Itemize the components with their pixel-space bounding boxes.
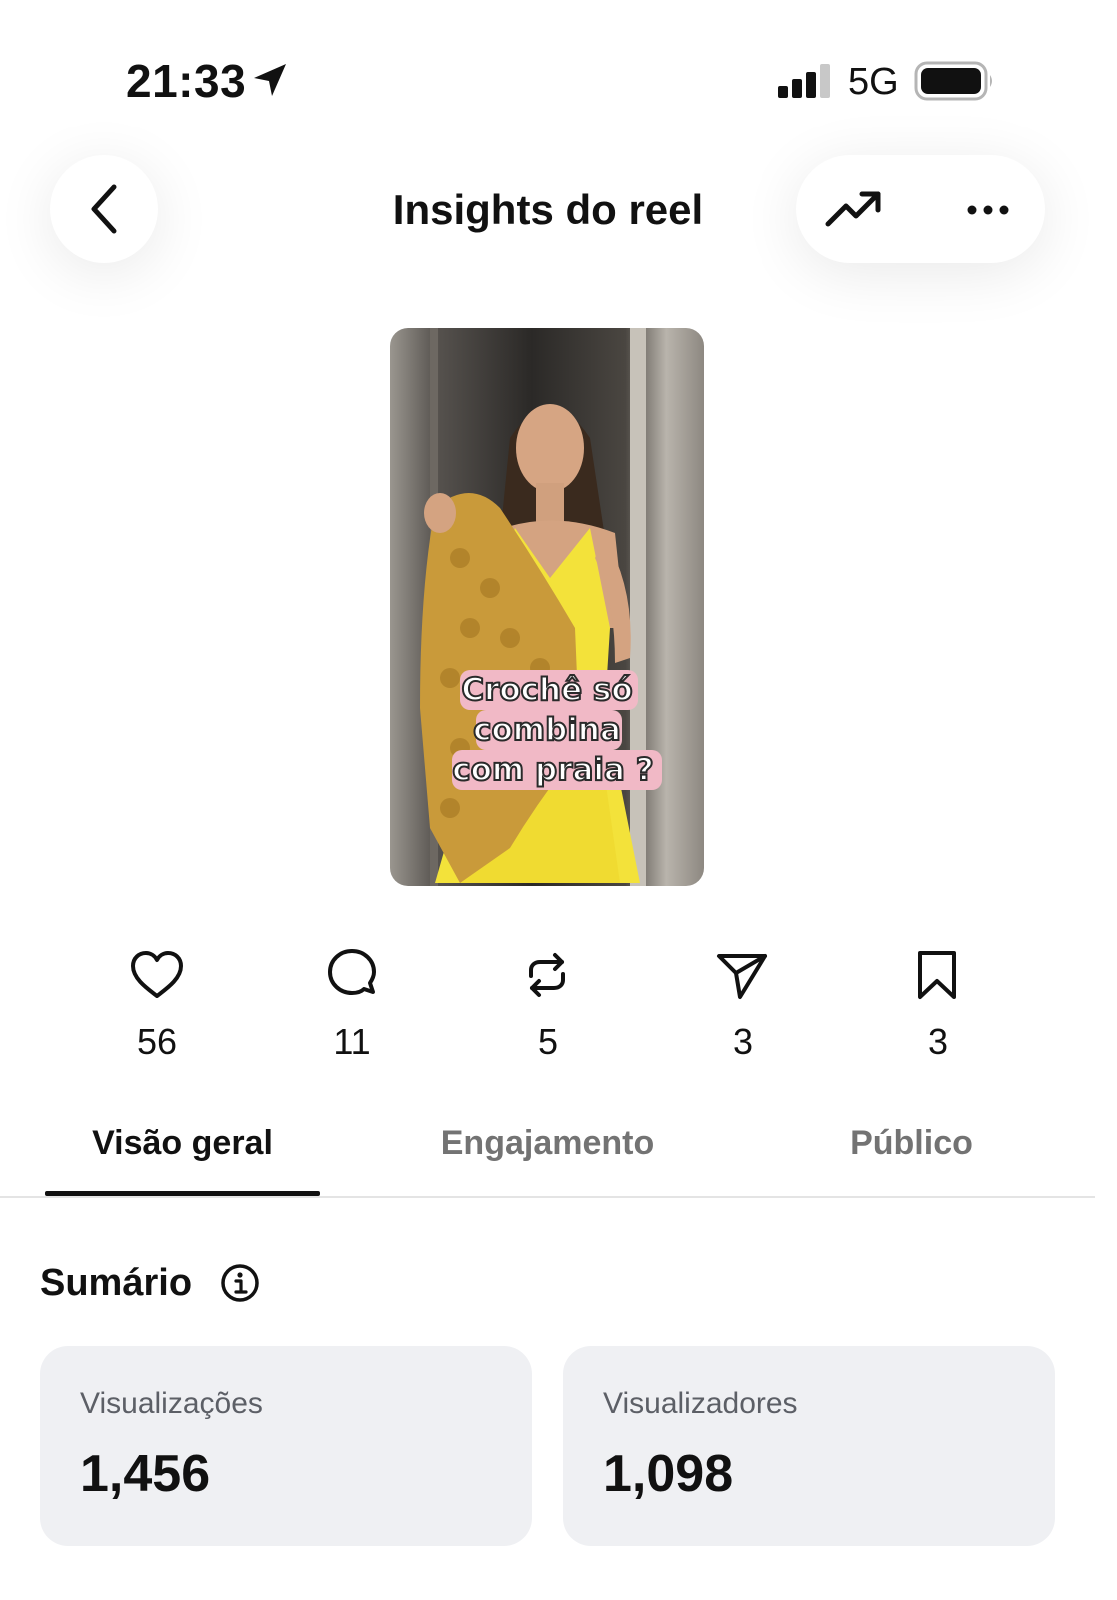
- saves-count: 3: [927, 1021, 949, 1062]
- page-title: Insights do reel: [392, 186, 704, 233]
- comments-count: 11: [333, 1021, 371, 1062]
- repost-icon: [529, 953, 565, 997]
- tabs-divider: [0, 1196, 1095, 1198]
- views-value: 1,456: [80, 1445, 211, 1503]
- reel-caption-line-3: com praia ?: [451, 751, 655, 789]
- info-icon[interactable]: [220, 1263, 260, 1303]
- bookmark-icon: [918, 951, 956, 999]
- comment-icon: [328, 949, 376, 995]
- trending-icon[interactable]: [822, 178, 886, 242]
- more-options-icon[interactable]: [956, 178, 1020, 242]
- likes-count: 56: [136, 1021, 178, 1062]
- views-card[interactable]: Visualizações 1,456: [40, 1346, 532, 1546]
- network-label: 5G: [848, 61, 899, 103]
- heart-icon: [131, 951, 183, 998]
- back-button[interactable]: [50, 155, 158, 263]
- viewers-value: 1,098: [603, 1445, 734, 1503]
- share-icon: [717, 954, 767, 999]
- tab-overview[interactable]: Visão geral: [45, 1118, 320, 1168]
- shares-count: 3: [732, 1021, 754, 1062]
- viewers-label: Visualizadores: [603, 1387, 798, 1420]
- views-label: Visualizações: [80, 1387, 263, 1420]
- reel-caption-line-2: combina: [472, 711, 622, 749]
- reel-thumbnail[interactable]: Crochê só combina com praia ?: [390, 328, 704, 886]
- summary-title: Sumário: [40, 1262, 193, 1304]
- cellular-signal-icon: [778, 64, 830, 98]
- battery-icon: [914, 61, 992, 101]
- reel-caption-line-1: Crochê só: [460, 671, 633, 709]
- reel-cover-image: [390, 328, 704, 886]
- location-arrow-icon: [254, 64, 286, 96]
- tab-engagement[interactable]: Engajamento: [400, 1118, 695, 1168]
- reposts-count: 5: [537, 1021, 559, 1062]
- tab-audience[interactable]: Público: [790, 1118, 1033, 1168]
- chevron-left-icon: [91, 184, 117, 234]
- viewers-card[interactable]: Visualizadores 1,098: [563, 1346, 1055, 1546]
- status-time: 21:33: [126, 55, 247, 107]
